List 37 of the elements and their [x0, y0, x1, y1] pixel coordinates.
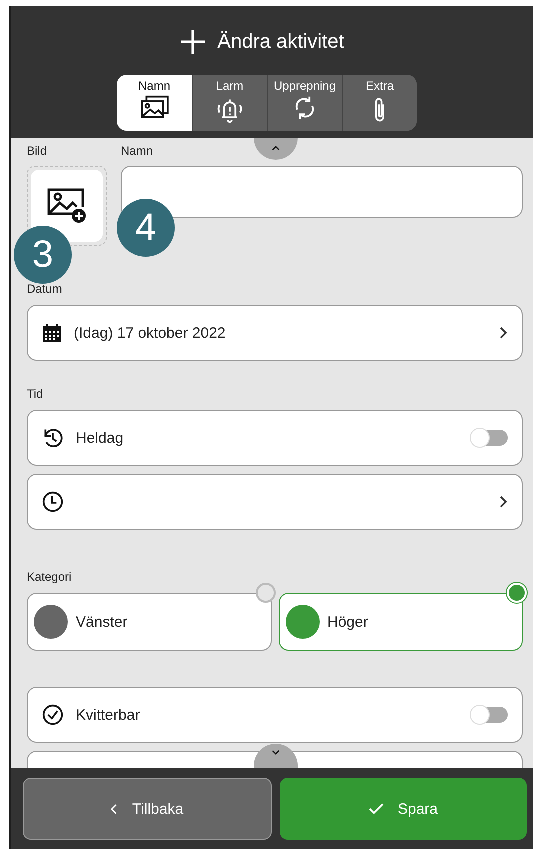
tab[interactable]: Namn [117, 75, 192, 131]
row-label: Heldag [76, 430, 125, 446]
radio-indicator [256, 583, 276, 603]
scroll-down-button[interactable] [254, 744, 298, 768]
chevron-right-icon [500, 496, 508, 508]
field-label: Namn [121, 144, 154, 158]
section-label: Kategori [27, 570, 72, 584]
date-picker-row[interactable]: (Idag) 17 oktober 2022 [27, 305, 523, 361]
screen-title: Ändra aktivitet [218, 30, 344, 54]
chevron-right-icon [500, 327, 508, 339]
tab[interactable]: Extra [342, 75, 417, 131]
add-image-icon [47, 188, 87, 224]
check-icon [368, 803, 384, 815]
clock-icon [42, 491, 64, 513]
step-number-tooltip: 4 [117, 199, 175, 257]
step-number-tooltip: 3 [14, 226, 72, 284]
section-label: Tid [27, 387, 44, 401]
chevron-left-icon [111, 804, 118, 814]
category-option[interactable]: Höger [278, 593, 523, 651]
toggle-switch[interactable] [472, 707, 508, 723]
toggle-switch[interactable] [472, 430, 508, 446]
check-circle-icon [42, 704, 64, 726]
field-label: Bild [27, 144, 48, 158]
category-option[interactable]: Vänster [27, 593, 272, 651]
history-icon [42, 427, 64, 449]
plus-icon [180, 29, 206, 55]
scroll-up-button[interactable] [254, 138, 298, 160]
radio-indicator [507, 583, 527, 603]
time-picker-row[interactable] [27, 474, 523, 530]
images-icon [140, 95, 170, 119]
caret-down-icon [272, 750, 280, 755]
back-button[interactable]: Tillbaka [23, 778, 272, 840]
section-label: Datum [27, 282, 62, 296]
calendar-icon [42, 323, 62, 343]
row-label: Kvitterbar [76, 706, 142, 724]
save-button[interactable]: Spara [280, 778, 527, 840]
caret-up-icon [272, 146, 280, 150]
